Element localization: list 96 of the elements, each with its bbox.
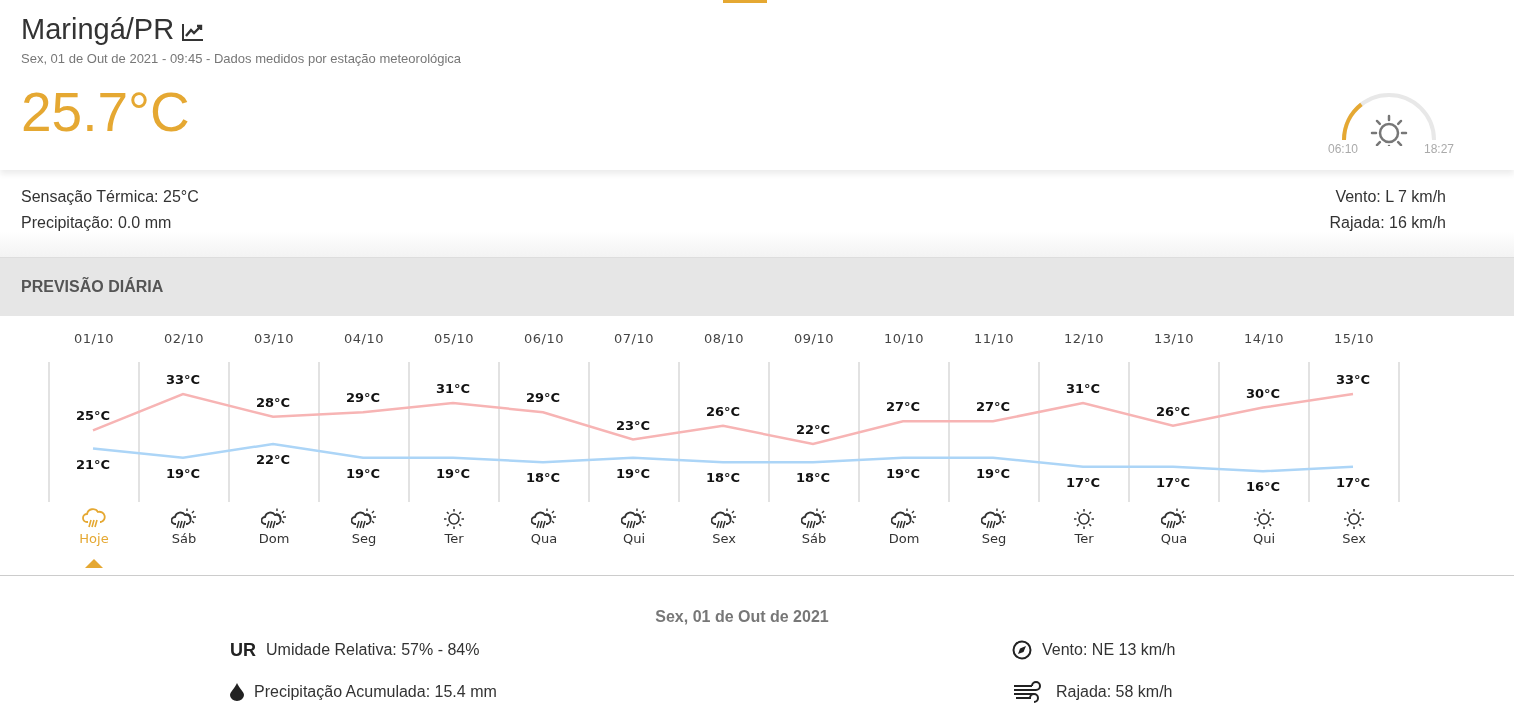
- forecast-date: 02/10: [163, 331, 205, 346]
- section-title: PREVISÃO DIÁRIA: [21, 278, 164, 296]
- day-tab[interactable]: Seg: [347, 508, 381, 546]
- detail-wind: Vento: NE 13 km/h: [1042, 641, 1176, 659]
- day-tab[interactable]: Qua: [526, 508, 562, 546]
- min-temperature: 19°C: [165, 465, 201, 481]
- forecast-date: 01/10: [73, 331, 115, 346]
- max-temperature: 23°C: [615, 417, 651, 433]
- day-tab[interactable]: Sáb: [167, 508, 201, 546]
- max-temperature: 30°C: [1245, 385, 1281, 401]
- max-temperature: 27°C: [885, 399, 921, 415]
- max-temperature: 28°C: [255, 394, 291, 410]
- max-temperature: 33°C: [1335, 372, 1371, 387]
- detail-date: Sex, 01 de Out de 2021: [654, 608, 830, 626]
- day-tab[interactable]: Ter: [439, 508, 469, 546]
- max-temperature: 29°C: [345, 390, 381, 406]
- forecast-date: 11/10: [973, 331, 1015, 346]
- forecast-date: 14/10: [1243, 331, 1285, 346]
- sun-rain-cloud-icon: [351, 508, 377, 530]
- sun-icon: [1343, 508, 1365, 530]
- day-tab[interactable]: Sáb: [797, 508, 831, 546]
- min-temperature: 19°C: [435, 465, 471, 481]
- min-temperature: 18°C: [795, 470, 831, 486]
- min-temperature: 17°C: [1335, 474, 1371, 490]
- accumulated-precipitation: Precipitação Acumulada: 15.4 mm: [254, 683, 497, 701]
- sun-rain-cloud-icon: [981, 508, 1007, 530]
- min-temperature: 22°C: [255, 452, 291, 468]
- line-chart-icon[interactable]: [181, 21, 206, 42]
- day-tab[interactable]: Dom: [884, 508, 924, 546]
- compass-icon: [1012, 640, 1032, 660]
- day-tab[interactable]: Sex: [1338, 508, 1370, 546]
- forecast-date: 04/10: [343, 331, 385, 346]
- update-info: Sex, 01 de Out de 2021 - 09:45 - Dados medidos por estação meteorológica: [21, 51, 462, 66]
- city-name: Maringá/PR: [21, 13, 175, 46]
- min-temperature: 19°C: [345, 465, 381, 481]
- max-temperature: 33°C: [165, 372, 201, 387]
- min-temperature: 19°C: [615, 465, 651, 481]
- min-temperature: 17°C: [1065, 474, 1101, 490]
- max-temperature: 26°C: [1155, 403, 1191, 419]
- day-tab[interactable]: Ter: [1069, 508, 1099, 546]
- water-drop-icon: [230, 683, 244, 701]
- active-tab-indicator: [723, 0, 767, 3]
- humidity-label: UR: [230, 639, 256, 661]
- sun-icon: [1253, 508, 1275, 530]
- detail-gust: Rajada: 58 km/h: [1056, 683, 1173, 701]
- min-temperature: 18°C: [525, 470, 561, 486]
- feels-like: Sensação Térmica: 25°C: [21, 188, 199, 206]
- sun-rain-cloud-icon: [891, 508, 917, 530]
- max-temperature: 31°C: [435, 381, 471, 397]
- forecast-date: 05/10: [433, 331, 475, 346]
- rain-cloud-icon: [82, 508, 106, 530]
- sun-rain-cloud-icon: [621, 508, 647, 530]
- current-temperature: 25.7°C: [21, 80, 191, 144]
- sun-icon: [1370, 114, 1408, 146]
- min-temperature: 16°C: [1245, 479, 1281, 495]
- min-temperature: 19°C: [975, 465, 1011, 481]
- relative-humidity: Umidade Relativa: 57% - 84%: [266, 641, 480, 659]
- sun-rain-cloud-icon: [261, 508, 287, 530]
- sun-rain-cloud-icon: [1161, 508, 1187, 530]
- day-tab[interactable]: Qui: [617, 508, 651, 546]
- precipitation: Precipitação: 0.0 mm: [21, 214, 173, 232]
- day-tab[interactable]: Dom: [254, 508, 294, 546]
- forecast-date: 15/10: [1333, 331, 1375, 346]
- max-temperature: 22°C: [795, 422, 831, 438]
- forecast-date: 12/10: [1063, 331, 1105, 346]
- max-temperature: 29°C: [525, 390, 561, 406]
- wind-gust: Rajada: 16 km/h: [1329, 214, 1446, 232]
- forecast-date: 08/10: [703, 331, 745, 346]
- sun-rain-cloud-icon: [171, 508, 197, 530]
- max-temperature: 27°C: [975, 399, 1011, 415]
- forecast-date: 07/10: [613, 331, 655, 346]
- min-temperature: 18°C: [705, 470, 741, 486]
- forecast-date: 09/10: [793, 331, 835, 346]
- day-tab[interactable]: Qua: [1156, 508, 1192, 546]
- sun-rain-cloud-icon: [801, 508, 827, 530]
- sunset-time: 18:27: [1423, 142, 1454, 156]
- min-temperature: 21°C: [75, 456, 111, 472]
- max-temperature: 31°C: [1065, 381, 1101, 397]
- forecast-date: 03/10: [253, 331, 295, 346]
- forecast-date: 06/10: [523, 331, 565, 346]
- min-temperature: 17°C: [1155, 474, 1191, 490]
- forecast-date: 13/10: [1153, 331, 1195, 346]
- sun-icon: [443, 508, 465, 530]
- sun-rain-cloud-icon: [531, 508, 557, 530]
- sun-icon: [1073, 508, 1095, 530]
- max-temperature: 26°C: [705, 403, 741, 419]
- day-tab[interactable]: Seg: [977, 508, 1011, 546]
- max-temperature: 25°C: [75, 408, 111, 424]
- selection-pointer: [85, 559, 103, 568]
- forecast-date: 10/10: [883, 331, 925, 346]
- min-temperature: 19°C: [885, 465, 921, 481]
- day-tab[interactable]: Sex: [707, 508, 741, 546]
- sun-rain-cloud-icon: [711, 508, 737, 530]
- sunrise-time: 06:10: [1328, 142, 1359, 156]
- day-tab[interactable]: Qui: [1248, 508, 1280, 546]
- wind: Vento: L 7 km/h: [1335, 188, 1446, 206]
